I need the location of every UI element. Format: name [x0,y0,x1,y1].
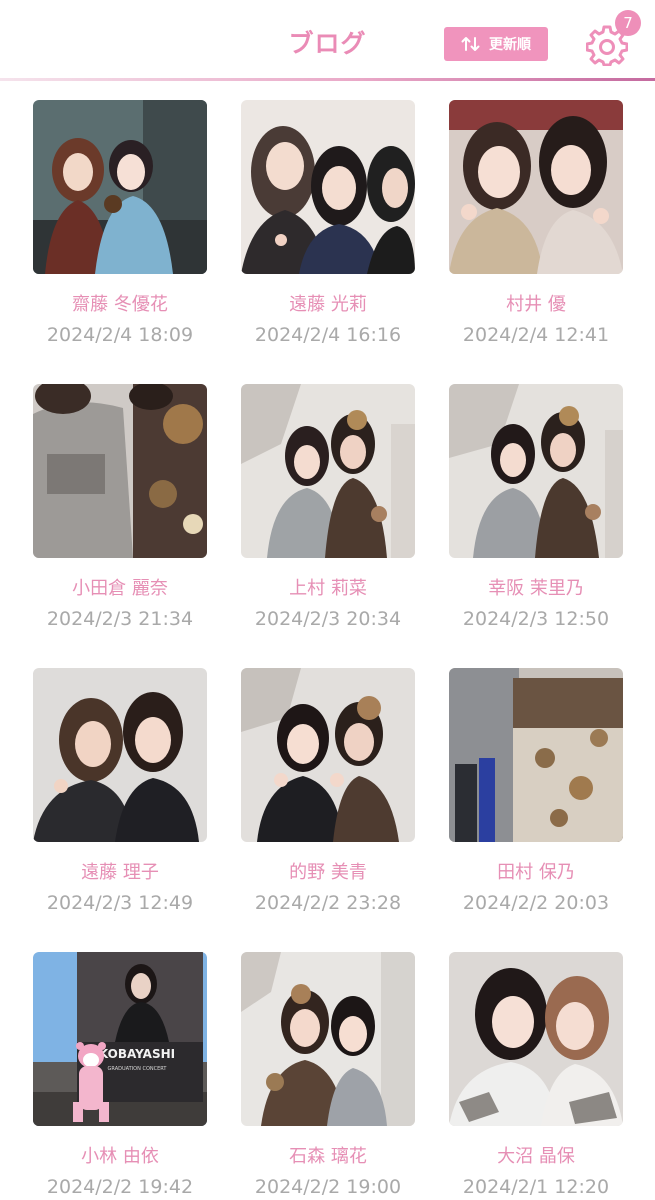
blog-thumbnail[interactable] [449,100,623,274]
blog-thumbnail[interactable] [241,952,415,1126]
header-divider [0,78,655,81]
blog-card[interactable]: 齋藤 冬優花 2024/2/4 18:09 [33,100,207,384]
photo-outfits-closeup [449,668,623,842]
banner-subtext: GRADUATION CONCERT [108,1066,168,1072]
post-date: 2024/2/4 18:09 [46,324,194,346]
photo-grey-sweatshirt-dress [33,384,207,558]
post-author: 齋藤 冬優花 [72,294,168,315]
photo-two-members-headsets [33,668,207,842]
blog-thumbnail[interactable] [449,952,623,1126]
page-title: ブログ [288,29,367,58]
post-author: 幸阪 茉里乃 [488,578,584,599]
post-author: 小林 由依 [81,1146,159,1167]
post-author: 遠藤 光莉 [289,294,367,315]
post-author: 田村 保乃 [497,862,575,883]
photo-two-members-dark [33,100,207,274]
blog-card[interactable]: 遠藤 理子 2024/2/3 12:49 [33,668,207,952]
post-date: 2024/2/2 23:28 [254,892,402,914]
blog-card[interactable]: 小田倉 麗奈 2024/2/3 21:34 [33,384,207,668]
blog-thumbnail[interactable] [241,384,415,558]
blog-card[interactable]: 幸阪 茉里乃 2024/2/3 12:50 [449,384,623,668]
photo-two-members-peace-2 [241,668,415,842]
post-date: 2024/2/3 20:34 [254,608,402,630]
post-date: 2024/2/1 12:20 [462,1176,610,1198]
post-date: 2024/2/2 20:03 [462,892,610,914]
blog-thumbnail[interactable] [241,668,415,842]
blog-card[interactable]: 的野 美青 2024/2/2 23:28 [241,668,415,952]
blog-card[interactable]: 田村 保乃 2024/2/2 20:03 [449,668,623,952]
app-header: ブログ 更新順 7 [0,0,655,81]
blog-thumbnail[interactable] [449,384,623,558]
blog-thumbnail[interactable] [33,384,207,558]
banner-text: KOBAYASHI [99,1047,175,1061]
post-date: 2024/2/3 21:34 [46,608,194,630]
blog-card[interactable]: 遠藤 光莉 2024/2/4 16:16 [241,100,415,384]
blog-card[interactable]: 上村 莉菜 2024/2/3 20:34 [241,384,415,668]
photo-two-members-hallway [241,952,415,1126]
blog-screen: ブログ 更新順 7 齋藤 冬優花 2024/2/4 18:09 遠藤 光莉 20… [0,0,655,1200]
blog-card[interactable]: 村井 優 2024/2/4 12:41 [449,100,623,384]
blog-thumbnail[interactable] [449,668,623,842]
post-author: 的野 美青 [289,862,367,883]
blog-grid: 齋藤 冬優花 2024/2/4 18:09 遠藤 光莉 2024/2/4 16:… [0,100,655,1200]
post-author: 大沼 晶保 [497,1146,575,1167]
sort-button-label: 更新順 [489,37,531,53]
post-date: 2024/2/2 19:00 [254,1176,402,1198]
post-author: 村井 優 [506,294,566,315]
post-date: 2024/2/4 16:16 [254,324,402,346]
post-date: 2024/2/3 12:50 [462,608,610,630]
sort-button[interactable]: 更新順 [444,27,548,61]
post-date: 2024/2/2 19:42 [46,1176,194,1198]
blog-card[interactable]: 石森 璃花 2024/2/2 19:00 [241,952,415,1200]
blog-thumbnail[interactable]: KOBAYASHI GRADUATION CONCERT [33,952,207,1126]
post-author: 遠藤 理子 [81,862,159,883]
blog-thumbnail[interactable] [241,100,415,274]
photo-two-members-peace [449,100,623,274]
blog-card[interactable]: KOBAYASHI GRADUATION CONCERT 小林 由依 2024/… [33,952,207,1200]
post-date: 2024/2/4 12:41 [462,324,610,346]
photo-two-members-sweaters [449,952,623,1126]
sort-arrows-icon [461,37,480,51]
blog-thumbnail[interactable] [33,668,207,842]
photo-two-members-stairs [241,384,415,558]
notification-badge: 7 [615,10,641,36]
post-author: 小田倉 麗奈 [72,578,168,599]
settings-button[interactable]: 7 [584,10,641,66]
post-author: 石森 璃花 [289,1146,367,1167]
photo-concert-banner: KOBAYASHI GRADUATION CONCERT [33,952,207,1126]
post-author: 上村 莉菜 [289,578,367,599]
photo-two-members-stairs-2 [449,384,623,558]
post-date: 2024/2/3 12:49 [46,892,194,914]
blog-thumbnail[interactable] [33,100,207,274]
photo-three-members-selfie [241,100,415,274]
blog-card[interactable]: 大沼 晶保 2024/2/1 12:20 [449,952,623,1200]
